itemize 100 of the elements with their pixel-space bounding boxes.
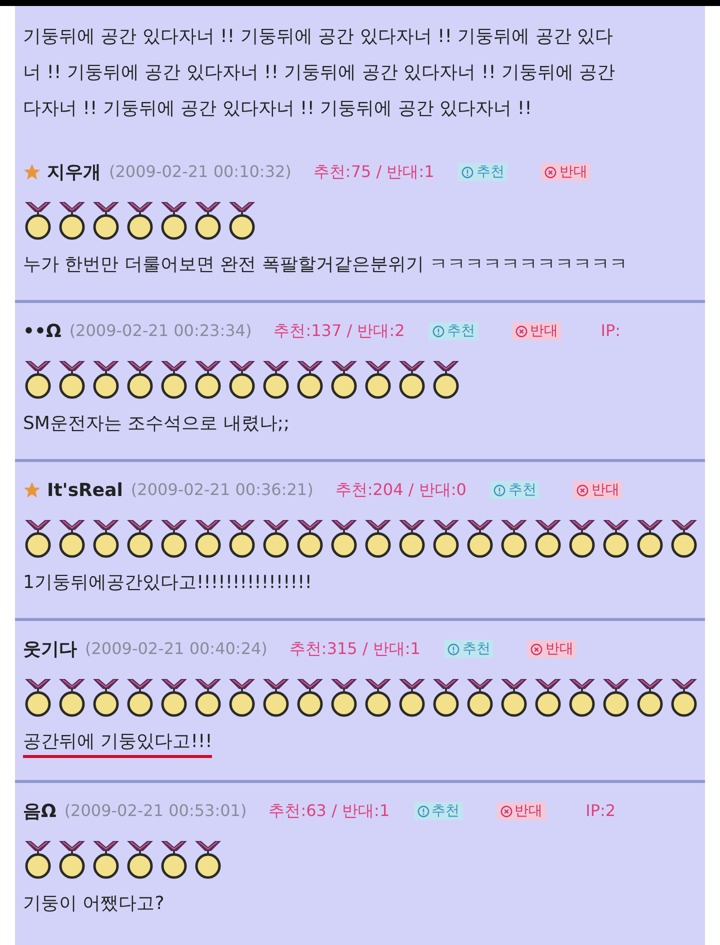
medal-icon <box>567 677 597 717</box>
medal-icon <box>669 518 699 558</box>
medal-icon <box>261 677 291 717</box>
medal-icon <box>295 518 325 558</box>
medal-icon <box>669 677 699 717</box>
medal-icon <box>159 200 189 240</box>
medal-icon <box>193 518 223 558</box>
comment-text: 너 !! 기둥뒤에 공간 있다자너 !! 기둥뒤에 공간 있다자너 !! 기둥뒤에 공간 <box>23 61 616 85</box>
medal-icon <box>57 359 87 399</box>
medal-icon <box>91 518 121 558</box>
recommend-button[interactable]: 추천 <box>458 163 508 181</box>
medal-icon <box>23 839 53 879</box>
medal-icon <box>261 518 291 558</box>
exclamation-icon <box>447 642 460 656</box>
medal-icon <box>329 359 359 399</box>
comment-date: (2009-02-21 00:23:34) <box>69 320 252 342</box>
recommend-button[interactable]: 추천 <box>414 802 463 820</box>
medal-icon <box>227 677 257 717</box>
medal-icon <box>533 677 563 717</box>
oppose-button[interactable]: 반대 <box>573 481 622 499</box>
medal-icon <box>193 677 223 717</box>
medal-icon <box>23 518 53 558</box>
close-icon <box>530 642 544 656</box>
medal-icon <box>227 518 257 558</box>
medal-icon <box>57 200 87 240</box>
medal-icon <box>125 200 155 240</box>
comment-date: (2009-02-21 00:53:01) <box>64 800 247 822</box>
vote-count: 추천:63 / 반대:1 <box>268 800 390 822</box>
recommend-button[interactable]: 추천 <box>490 481 540 499</box>
medal-icon <box>431 518 461 558</box>
oppose-button[interactable]: 반대 <box>496 802 546 820</box>
comment-text: 기둥이 어쨌다고? <box>23 892 164 916</box>
medal-icon <box>261 359 291 399</box>
medal-icon <box>363 677 393 717</box>
comment-date: (2009-02-21 00:36:21) <box>130 479 314 501</box>
medal-icon <box>23 359 53 399</box>
medal-icon <box>567 518 597 558</box>
recommend-button[interactable]: 추천 <box>428 322 478 340</box>
comment-text: SM운전자는 조수석으로 내렸나;; <box>23 412 290 436</box>
medal-icon <box>125 839 155 879</box>
medal-icon <box>125 359 155 399</box>
medal-icon <box>431 677 461 717</box>
medal-icon <box>431 359 461 399</box>
medal-icon <box>159 518 189 558</box>
medal-icon <box>363 518 393 558</box>
close-icon <box>544 166 558 178</box>
medal-icon <box>23 200 53 240</box>
vote-count: 추천:75 / 반대:1 <box>313 161 434 183</box>
medal-icon <box>499 518 529 558</box>
oppose-button[interactable]: 반대 <box>512 322 561 340</box>
medal-icon <box>601 518 631 558</box>
close-icon <box>514 324 528 338</box>
medal-icon <box>193 200 223 240</box>
author-name: ••Ω <box>23 320 62 344</box>
ip-label: IP:2 <box>586 800 616 822</box>
recommend-button[interactable]: 추천 <box>444 640 494 658</box>
medal-icon <box>193 839 223 879</box>
exclamation-icon <box>461 166 474 178</box>
exclamation-icon <box>416 804 430 818</box>
medal-icon <box>601 677 631 717</box>
comment-text: 다자너 !! 기둥뒤에 공간 있다자너 !! 기둥뒤에 공간 있다자너 !! <box>23 97 533 121</box>
medal-icon <box>533 518 563 558</box>
medal-icon <box>91 839 121 879</box>
vote-count: 추천:137 / 반대:2 <box>274 320 405 342</box>
medal-icon <box>227 200 257 240</box>
medal-icon <box>329 518 359 558</box>
vote-count: 추천:204 / 반대:0 <box>335 479 466 501</box>
medal-icon <box>295 677 325 717</box>
exclamation-icon <box>432 324 445 338</box>
medal-icon <box>227 359 257 399</box>
medal-icon <box>193 359 223 399</box>
medal-icon <box>295 359 325 399</box>
oppose-button[interactable]: 반대 <box>541 163 590 181</box>
ip-label: IP: <box>600 320 621 342</box>
medal-icon <box>91 677 121 717</box>
medal-icon <box>397 518 427 558</box>
author-name: It'sReal <box>47 478 123 502</box>
oppose-button[interactable]: 반대 <box>527 640 576 658</box>
medal-icon <box>397 359 427 399</box>
comment-date: (2009-02-21 00:10:32) <box>109 161 292 183</box>
medal-icon <box>159 677 189 717</box>
comment-text: 1기둥뒤에공간있다고!!!!!!!!!!!!!!!! <box>23 571 312 595</box>
medal-icon <box>363 359 393 399</box>
comment-date: (2009-02-21 00:40:24) <box>85 638 268 660</box>
medal-icon <box>159 359 189 399</box>
medal-icon <box>91 200 121 240</box>
medal-icon <box>329 677 359 717</box>
medal-icon <box>57 677 87 717</box>
comment-text: 누가 한번만 더룰어보면 완전 폭팔할거같은분위기 ㅋㅋㅋㅋㅋㅋㅋㅋㅋㅋㅋ <box>23 253 628 277</box>
medal-icon <box>635 518 665 558</box>
medal-icon <box>91 359 121 399</box>
author-name: 웃기다 <box>23 638 77 662</box>
medal-icon <box>499 677 529 717</box>
medal-icon <box>159 839 189 879</box>
vote-count: 추천:315 / 반대:1 <box>289 638 420 660</box>
medal-icon <box>635 677 665 717</box>
author-name: 음Ω <box>23 800 56 824</box>
medal-icon <box>125 518 155 558</box>
exclamation-icon <box>493 484 506 496</box>
comment-text: 공간뒤에 기둥있다고!!! <box>23 729 212 758</box>
